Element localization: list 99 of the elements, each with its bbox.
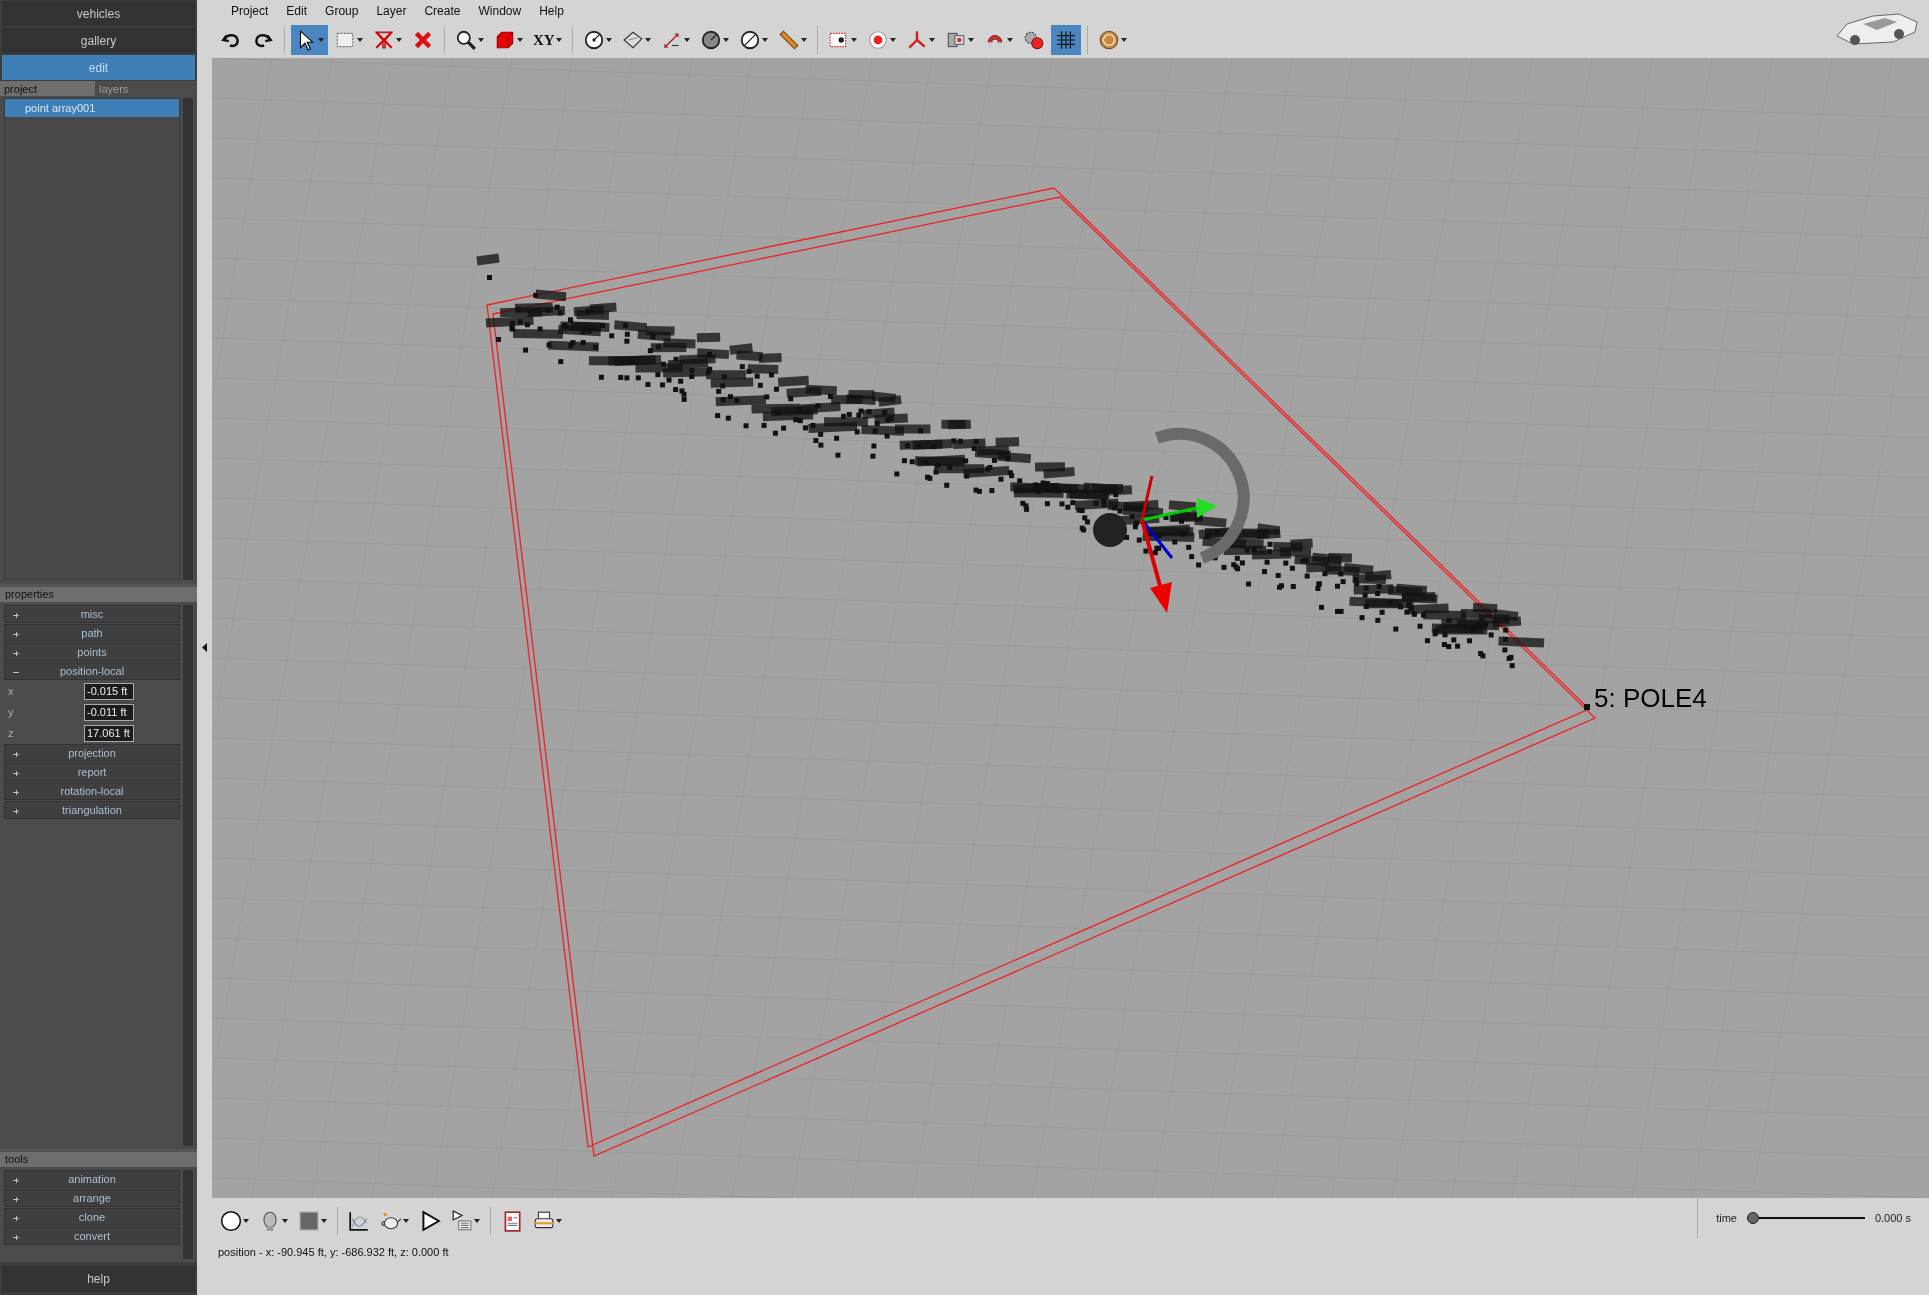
section-header[interactable]: arrange <box>4 1189 180 1207</box>
text-tool-button[interactable]: XY <box>529 25 566 55</box>
square-icon <box>298 1210 320 1232</box>
caret-icon <box>282 1219 288 1223</box>
slider-label: time <box>1716 1212 1737 1224</box>
plus-icon <box>13 771 19 776</box>
plus-icon <box>13 752 19 757</box>
filter-icon <box>373 29 395 51</box>
caret-icon <box>644 38 651 42</box>
disc-icon <box>699 29 722 51</box>
play-list-icon <box>451 1210 473 1232</box>
panel-title: tools <box>0 1149 197 1167</box>
caret-icon <box>321 1219 327 1223</box>
section-header[interactable]: animation <box>4 1170 180 1188</box>
graph-icon <box>348 1210 370 1232</box>
menu-item[interactable]: Edit <box>277 4 317 18</box>
plus-icon <box>13 651 19 656</box>
section-header[interactable]: projection <box>4 744 180 762</box>
field-label: x <box>8 685 15 697</box>
caret-icon <box>889 38 896 42</box>
caret-icon <box>605 38 612 42</box>
nav-tab[interactable]: vehicles <box>2 1 195 26</box>
caret-icon <box>683 38 690 42</box>
section-header[interactable]: convert <box>4 1227 180 1245</box>
caret-icon <box>357 38 363 42</box>
time-reading: 0.000 s <box>1874 1212 1911 1224</box>
pointer-tool-button[interactable] <box>291 25 328 55</box>
section-header[interactable]: misc <box>4 605 180 623</box>
plus-icon <box>13 1197 19 1202</box>
delete-icon <box>412 29 434 51</box>
field-label: y <box>8 706 15 718</box>
scrollbar[interactable] <box>183 1170 193 1259</box>
caret-icon <box>318 38 324 42</box>
section-header[interactable]: clone <box>4 1208 180 1226</box>
transform-gizmo-drawing[interactable] <box>1093 427 1250 613</box>
zoom-icon <box>455 29 477 51</box>
selected-point-marker[interactable] <box>1584 704 1590 710</box>
caret-icon <box>800 38 807 42</box>
caret-icon <box>1006 38 1013 42</box>
caret-icon <box>1120 38 1127 42</box>
section-header[interactable]: path <box>4 624 180 642</box>
panel-tab[interactable]: project <box>0 81 95 96</box>
plus-icon <box>13 1216 19 1221</box>
target-icon <box>866 29 889 51</box>
value-field[interactable]: -0.015 ft <box>84 682 134 700</box>
circle-icon <box>220 1210 242 1232</box>
cube-icon <box>494 29 516 51</box>
field-label: z <box>8 727 15 739</box>
play-icon <box>419 1210 441 1232</box>
menu-item[interactable]: Window <box>469 4 531 18</box>
scrollbar[interactable] <box>183 98 193 580</box>
section-header[interactable]: report <box>4 763 180 781</box>
plus-icon <box>13 1235 19 1240</box>
caret-icon <box>556 1219 562 1223</box>
collapse-arrow-icon[interactable] <box>202 643 207 652</box>
grid-tool-button[interactable] <box>1050 25 1081 55</box>
slider-thumb[interactable] <box>1746 1212 1759 1224</box>
caret-icon <box>396 38 402 42</box>
caret-icon <box>850 38 857 42</box>
value-field[interactable]: 17.061 ft <box>84 724 134 742</box>
tree-item[interactable]: point array001 <box>5 99 179 117</box>
caret-icon <box>243 1219 249 1223</box>
value-field[interactable]: -0.011 ft <box>84 703 134 721</box>
nav-tab[interactable]: edit <box>2 55 195 80</box>
pencil-icon <box>777 29 800 51</box>
plane-icon <box>621 29 644 51</box>
plus-icon <box>13 613 19 618</box>
caret-icon <box>967 38 974 42</box>
caret-icon <box>474 1219 480 1223</box>
caret-icon <box>403 1219 409 1223</box>
plus-icon <box>13 790 19 795</box>
help-icon <box>1097 29 1120 51</box>
grid-icon <box>1054 29 1077 51</box>
help-button[interactable]: help <box>2 1266 195 1292</box>
caret-icon <box>517 38 523 42</box>
circle-point-icon <box>582 29 605 51</box>
plus-icon <box>13 1178 19 1183</box>
menu-item[interactable]: Create <box>415 4 470 18</box>
menu-item[interactable]: Group <box>316 4 368 18</box>
panel-title: properties <box>0 584 197 602</box>
nav-tab[interactable]: gallery <box>2 28 195 53</box>
caret-icon <box>761 38 768 42</box>
menu-item[interactable]: Project <box>222 4 278 18</box>
plus-icon <box>13 809 19 814</box>
point-label: 5: POLE4 <box>1594 683 1707 713</box>
plus-icon <box>13 632 19 637</box>
caret-icon <box>722 38 729 42</box>
section-header[interactable]: triangulation <box>4 801 180 819</box>
caret-icon <box>555 38 562 42</box>
section-header[interactable]: points <box>4 643 180 661</box>
status-text: position - x: -90.945 ft, y: -686.932 ft, z: 0.000 ft <box>217 1246 450 1258</box>
section-header[interactable]: position-local <box>4 662 180 680</box>
menu-item[interactable]: Help <box>530 4 573 18</box>
caret-icon <box>478 38 484 42</box>
teapot-icon <box>380 1210 402 1232</box>
scrollbar[interactable] <box>183 605 193 1146</box>
menu-item[interactable]: Layer <box>367 4 416 18</box>
caret-icon <box>928 38 935 42</box>
section-header[interactable]: rotation-local <box>4 782 180 800</box>
